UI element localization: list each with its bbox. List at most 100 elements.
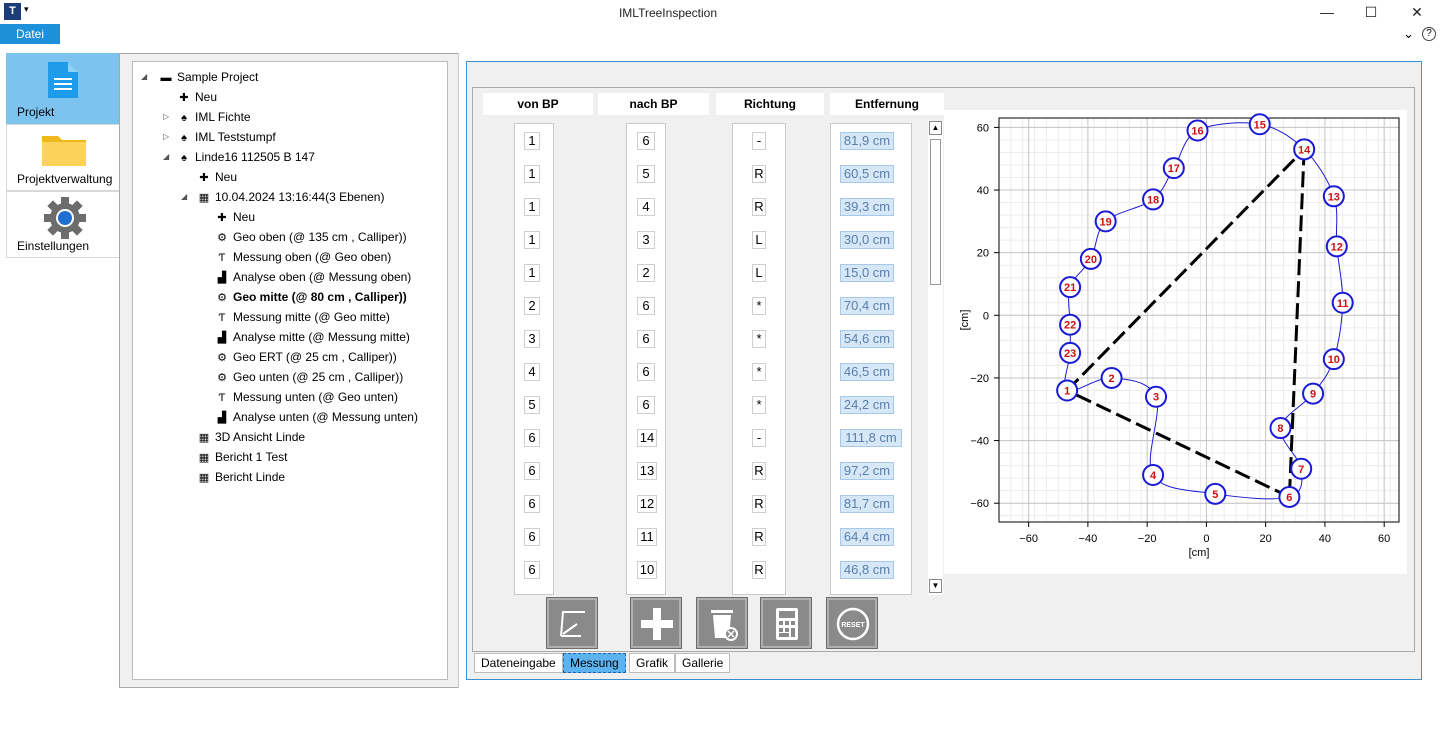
table-cell[interactable]: 6 [637, 396, 655, 414]
table-cell[interactable]: 54,6 cm [840, 330, 894, 348]
table-cell[interactable]: 3 [637, 231, 655, 249]
minimize-button[interactable]: — [1304, 0, 1350, 24]
tree-node[interactable]: ♠ IML Fichte [177, 108, 251, 126]
table-cell[interactable]: R [752, 198, 766, 216]
tree-node[interactable]: ⚙ Geo mitte (@ 80 cm , Calliper)) [215, 288, 407, 306]
tree-node[interactable]: ✚ Neu [197, 168, 237, 186]
delete-button[interactable] [696, 597, 748, 649]
table-cell[interactable]: 10 [637, 561, 657, 579]
table-cell[interactable]: - [752, 429, 766, 447]
table-cell[interactable]: 24,2 cm [840, 396, 894, 414]
close-button[interactable]: ✕ [1394, 0, 1440, 24]
table-cell[interactable]: 6 [524, 561, 540, 579]
tree-node[interactable]: ▟ Analyse oben (@ Messung oben) [215, 268, 412, 286]
project-tree[interactable]: ◢ ▬ Sample Project ✚ Neu ▷ ♠ IML Fichte ▷ ♠ IML Te… [132, 61, 448, 680]
table-cell[interactable]: 46,5 cm [840, 363, 894, 381]
scroll-down-button[interactable]: ▼ [929, 579, 942, 593]
nav-projektverwaltung[interactable]: Projektverwaltung [6, 124, 120, 191]
table-cell[interactable]: 3 [524, 330, 540, 348]
table-cell[interactable]: 12 [637, 495, 657, 513]
tree-node[interactable]: Ƭ Messung unten (@ Geo unten) [215, 388, 398, 406]
help-icon[interactable]: ? [1422, 27, 1436, 41]
scroll-up-button[interactable]: ▲ [929, 121, 942, 135]
table-cell[interactable]: 1 [524, 198, 540, 216]
nav-projekt[interactable]: Projekt [6, 53, 120, 124]
table-cell[interactable]: R [752, 495, 766, 513]
tree-node[interactable]: ✚ Neu [215, 208, 255, 226]
tree-expander-icon[interactable]: ▷ [163, 108, 169, 126]
table-cell[interactable]: 1 [524, 132, 540, 150]
tree-expander-icon[interactable]: ◢ [181, 188, 187, 206]
tree-node[interactable]: ⚙ Geo ERT (@ 25 cm , Calliper)) [215, 348, 397, 366]
table-cell[interactable]: - [752, 132, 766, 150]
table-cell[interactable]: L [752, 264, 766, 282]
table-cell[interactable]: * [752, 330, 766, 348]
table-cell[interactable]: 6 [637, 132, 655, 150]
table-cell[interactable]: 2 [637, 264, 655, 282]
reset-button[interactable]: RESET [826, 597, 878, 649]
tree-node[interactable]: ♠ Linde16 112505 B 147 [177, 148, 315, 166]
tree-node[interactable]: ⚙ Geo oben (@ 135 cm , Calliper)) [215, 228, 407, 246]
tree-node[interactable]: ▦ 3D Ansicht Linde [197, 428, 305, 446]
table-scrollbar[interactable]: ▲ ▼ [928, 121, 943, 595]
table-cell[interactable]: 81,7 cm [840, 495, 894, 513]
tab-grafik[interactable]: Grafik [629, 653, 676, 673]
nav-einstellungen[interactable]: Einstellungen [6, 191, 120, 258]
table-cell[interactable]: 1 [524, 165, 540, 183]
chevron-down-icon[interactable]: ⌄ [1403, 26, 1414, 42]
table-cell[interactable]: 30,0 cm [840, 231, 894, 249]
tab-messung[interactable]: Messung [563, 653, 626, 673]
table-cell[interactable]: 6 [524, 429, 540, 447]
menu-datei[interactable]: Datei [0, 24, 60, 44]
table-cell[interactable]: L [752, 231, 766, 249]
table-cell[interactable]: R [752, 462, 766, 480]
tree-node[interactable]: ✚ Neu [177, 88, 217, 106]
table-cell[interactable]: 6 [637, 297, 655, 315]
table-cell[interactable]: R [752, 528, 766, 546]
table-cell[interactable]: 64,4 cm [840, 528, 894, 546]
table-cell[interactable]: 6 [524, 528, 540, 546]
calculate-button[interactable] [760, 597, 812, 649]
table-cell[interactable]: 97,2 cm [840, 462, 894, 480]
tree-node[interactable]: ♠ IML Teststumpf [177, 128, 276, 146]
table-cell[interactable]: * [752, 396, 766, 414]
tree-node[interactable]: Ƭ Messung mitte (@ Geo mitte) [215, 308, 390, 326]
table-cell[interactable]: 60,5 cm [840, 165, 894, 183]
table-cell[interactable]: 2 [524, 297, 540, 315]
tree-node[interactable]: ▦ Bericht 1 Test [197, 448, 288, 466]
table-cell[interactable]: 5 [524, 396, 540, 414]
table-cell[interactable]: 111,8 cm [840, 429, 902, 447]
table-cell[interactable]: 6 [637, 363, 655, 381]
tree-node[interactable]: ▦ 10.04.2024 13:16:44(3 Ebenen) [197, 188, 385, 206]
table-cell[interactable]: 70,4 cm [840, 297, 894, 315]
table-cell[interactable]: R [752, 561, 766, 579]
table-cell[interactable]: 81,9 cm [840, 132, 894, 150]
table-cell[interactable]: 15,0 cm [840, 264, 894, 282]
tree-expander-icon[interactable]: ◢ [141, 68, 147, 86]
table-cell[interactable]: 39,3 cm [840, 198, 894, 216]
table-cell[interactable]: 14 [637, 429, 657, 447]
table-cell[interactable]: 1 [524, 231, 540, 249]
tree-node[interactable]: ⚙ Geo unten (@ 25 cm , Calliper)) [215, 368, 403, 386]
table-cell[interactable]: 6 [637, 330, 655, 348]
table-cell[interactable]: 4 [637, 198, 655, 216]
tree-node[interactable]: Ƭ Messung oben (@ Geo oben) [215, 248, 392, 266]
table-cell[interactable]: 13 [637, 462, 657, 480]
tree-node[interactable]: ▟ Analyse unten (@ Messung unten) [215, 408, 418, 426]
tree-node[interactable]: ▟ Analyse mitte (@ Messung mitte) [215, 328, 410, 346]
table-cell[interactable]: 4 [524, 363, 540, 381]
table-cell[interactable]: * [752, 363, 766, 381]
tree-node[interactable]: ▦ Bericht Linde [197, 468, 285, 486]
tree-expander-icon[interactable]: ◢ [163, 148, 169, 166]
tab-gallerie[interactable]: Gallerie [675, 653, 731, 673]
tree-expander-icon[interactable]: ▷ [163, 128, 169, 146]
tab-dateneingabe[interactable]: Dateneingabe [474, 653, 563, 673]
draw-path-button[interactable] [546, 597, 598, 649]
table-cell[interactable]: 6 [524, 495, 540, 513]
add-button[interactable] [630, 597, 682, 649]
scroll-thumb[interactable] [930, 139, 941, 285]
tree-node[interactable]: ▬ Sample Project [159, 68, 259, 86]
table-cell[interactable]: 46,8 cm [840, 561, 894, 579]
table-cell[interactable]: 11 [637, 528, 657, 546]
table-cell[interactable]: 1 [524, 264, 540, 282]
